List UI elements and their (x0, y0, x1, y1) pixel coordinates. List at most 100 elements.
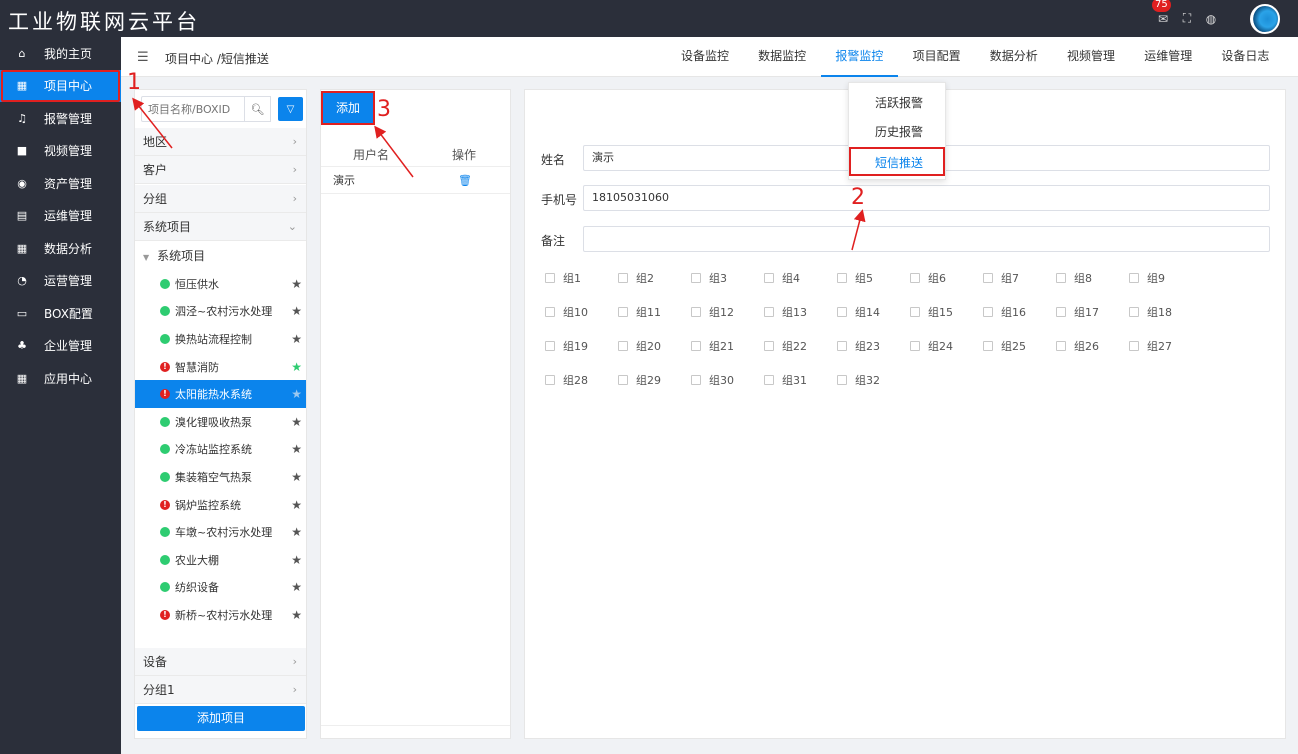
group-checkbox[interactable]: 组1 (545, 270, 581, 286)
tab[interactable]: 设备日志 (1207, 37, 1284, 77)
tab[interactable]: 数据分析 (975, 37, 1052, 77)
group-checkbox[interactable]: 组16 (983, 304, 1026, 320)
checkbox[interactable] (545, 341, 555, 351)
group-checkbox[interactable]: 组21 (691, 338, 734, 354)
fullscreen-icon[interactable]: ⛶ (1180, 11, 1194, 26)
checkbox[interactable] (983, 273, 993, 283)
project-item[interactable]: 恒压供水 ★ (135, 270, 306, 298)
group-checkbox[interactable]: 组27 (1129, 338, 1172, 354)
group-checkbox[interactable]: 组31 (764, 372, 807, 388)
group-checkbox[interactable]: 组20 (618, 338, 661, 354)
nav-item[interactable]: ▦ 数据分析 (0, 232, 121, 265)
group-checkbox[interactable]: 组30 (691, 372, 734, 388)
menu-toggle-icon[interactable]: ☰ (137, 50, 149, 65)
filter-section[interactable]: 分组 › (135, 184, 306, 213)
checkbox[interactable] (764, 341, 774, 351)
star-icon[interactable]: ★ (291, 304, 302, 318)
project-item[interactable]: 冷冻站监控系统 ★ (135, 436, 306, 464)
group-checkbox[interactable]: 组9 (1129, 270, 1165, 286)
project-item[interactable]: ! 新桥~农村污水处理 ★ (135, 601, 306, 629)
project-item[interactable]: ! 太阳能热水系统 ★ (135, 380, 306, 408)
group-checkbox[interactable]: 组2 (618, 270, 654, 286)
checkbox[interactable] (764, 375, 774, 385)
checkbox[interactable] (910, 341, 920, 351)
nav-item[interactable]: ⌂ 我的主页 (0, 37, 121, 70)
checkbox[interactable] (1129, 307, 1139, 317)
nav-item[interactable]: ▭ BOX配置 (0, 297, 121, 330)
star-icon[interactable]: ★ (291, 442, 302, 456)
checkbox[interactable] (1056, 273, 1066, 283)
phone-field[interactable]: 18105031060 (583, 185, 1270, 211)
checkbox[interactable] (1129, 341, 1139, 351)
project-item[interactable]: ! 智慧消防 ★ (135, 353, 306, 381)
checkbox[interactable] (837, 273, 847, 283)
group-checkbox[interactable]: 组7 (983, 270, 1019, 286)
checkbox[interactable] (1056, 341, 1066, 351)
checkbox[interactable] (545, 307, 555, 317)
group-checkbox[interactable]: 组14 (837, 304, 880, 320)
tab[interactable]: 设备监控 (666, 37, 743, 77)
star-icon[interactable]: ★ (291, 332, 302, 346)
group-checkbox[interactable]: 组18 (1129, 304, 1172, 320)
group-checkbox[interactable]: 组26 (1056, 338, 1099, 354)
project-search-input[interactable] (141, 96, 245, 122)
checkbox[interactable] (618, 341, 628, 351)
star-icon[interactable]: ★ (291, 387, 302, 401)
group-checkbox[interactable]: 组3 (691, 270, 727, 286)
dropdown-item[interactable]: 活跃报警 (849, 89, 945, 118)
star-icon[interactable]: ★ (291, 608, 302, 622)
star-icon[interactable]: ★ (291, 498, 302, 512)
checkbox[interactable] (691, 273, 701, 283)
filter-section[interactable]: 客户 › (135, 156, 306, 185)
project-item[interactable]: 车墩~农村污水处理 ★ (135, 518, 306, 546)
tree-node-system-projects[interactable]: ▼ 系统项目 (135, 242, 306, 270)
filter-button[interactable]: ▽ (278, 97, 303, 121)
star-icon[interactable]: ★ (291, 470, 302, 484)
group-checkbox[interactable]: 组25 (983, 338, 1026, 354)
group-checkbox[interactable]: 组5 (837, 270, 873, 286)
group-checkbox[interactable]: 组28 (545, 372, 588, 388)
checkbox[interactable] (983, 307, 993, 317)
search-button[interactable]: 🔍︎ (245, 96, 271, 122)
checkbox[interactable] (837, 341, 847, 351)
group-checkbox[interactable]: 组11 (618, 304, 661, 320)
group-checkbox[interactable]: 组8 (1056, 270, 1092, 286)
star-icon[interactable]: ★ (291, 277, 302, 291)
nav-item[interactable]: ▦ 应用中心 (0, 362, 121, 395)
group-checkbox[interactable]: 组24 (910, 338, 953, 354)
checkbox[interactable] (618, 273, 628, 283)
checkbox[interactable] (618, 307, 628, 317)
group-checkbox[interactable]: 组17 (1056, 304, 1099, 320)
nav-item[interactable]: ◉ 资产管理 (0, 167, 121, 200)
checkbox[interactable] (837, 307, 847, 317)
dropdown-item[interactable]: 历史报警 (849, 118, 945, 147)
tab[interactable]: 项目配置 (898, 37, 975, 77)
add-user-button[interactable]: 添加 (323, 93, 373, 123)
group-checkbox[interactable]: 组4 (764, 270, 800, 286)
avatar[interactable] (1250, 3, 1280, 34)
checkbox[interactable] (837, 375, 847, 385)
group-checkbox[interactable]: 组15 (910, 304, 953, 320)
group-checkbox[interactable]: 组29 (618, 372, 661, 388)
tab[interactable]: 报警监控 (820, 37, 898, 77)
checkbox[interactable] (691, 375, 701, 385)
mail-icon[interactable]: ✉ 75 (1152, 0, 1171, 26)
globe-icon[interactable]: ◍ (1204, 12, 1218, 26)
checkbox[interactable] (691, 341, 701, 351)
group-checkbox[interactable]: 组32 (837, 372, 880, 388)
project-item[interactable]: 溴化锂吸收热泵 ★ (135, 408, 306, 436)
checkbox[interactable] (910, 273, 920, 283)
tab[interactable]: 数据监控 (744, 37, 821, 77)
project-item[interactable]: 集装箱空气热泵 ★ (135, 463, 306, 491)
group-checkbox[interactable]: 组23 (837, 338, 880, 354)
project-item[interactable]: ! 锅炉监控系统 ★ (135, 491, 306, 519)
group-checkbox[interactable]: 组13 (764, 304, 807, 320)
checkbox[interactable] (764, 273, 774, 283)
star-icon[interactable]: ★ (291, 525, 302, 539)
checkbox[interactable] (691, 307, 701, 317)
filter-section[interactable]: 系统项目 ⌄ (135, 213, 306, 242)
filter-section[interactable]: 地区 › (135, 128, 306, 156)
tab[interactable]: 视频管理 (1052, 37, 1129, 77)
checkbox[interactable] (1129, 273, 1139, 283)
checkbox[interactable] (910, 307, 920, 317)
